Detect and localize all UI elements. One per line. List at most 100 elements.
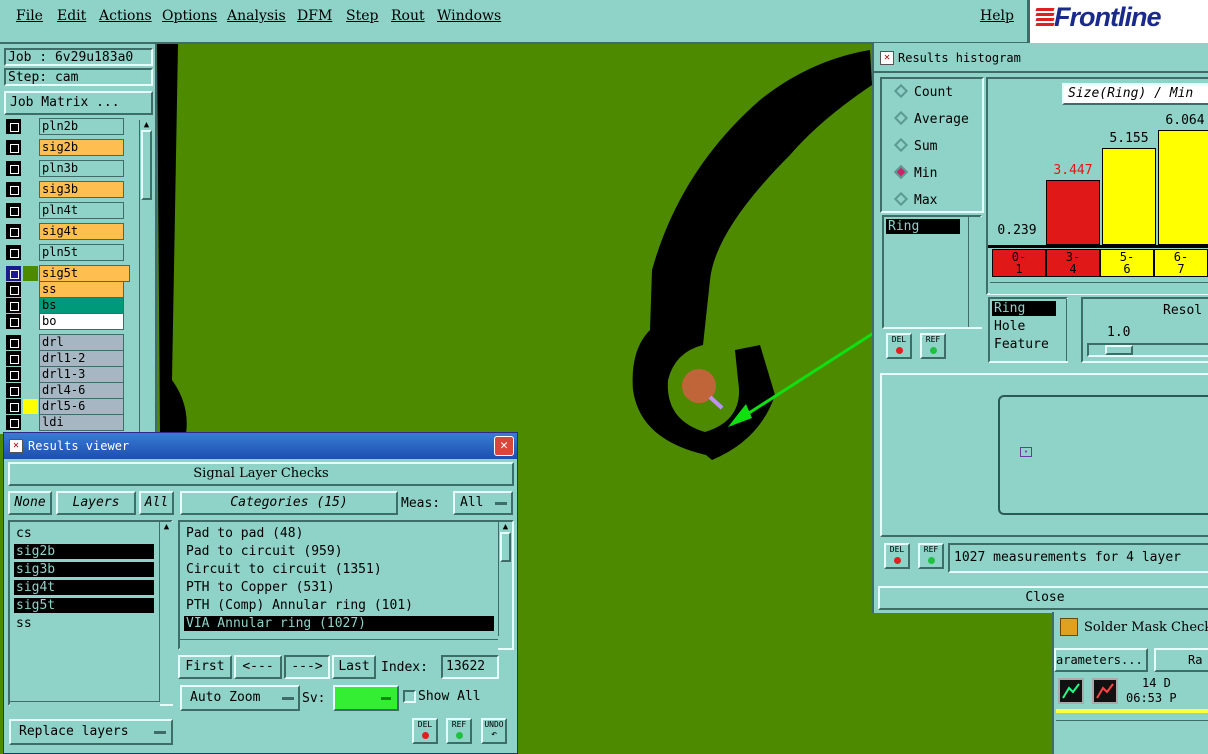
layer-row[interactable]: pln3b <box>6 160 124 177</box>
all-button[interactable]: All <box>139 491 174 515</box>
chart-hscroll[interactable] <box>990 282 1208 294</box>
layer-name[interactable]: sig5t <box>39 265 130 282</box>
category-scrollbar[interactable]: ▲ <box>498 522 512 636</box>
layer-name[interactable]: sig3b <box>39 181 124 198</box>
layer-color-swatch[interactable] <box>23 335 38 350</box>
layer-checkbox[interactable] <box>6 282 21 297</box>
range-button[interactable]: Ra <box>1154 648 1208 672</box>
layer-name[interactable]: drl5-6 <box>39 398 124 415</box>
layer-color-swatch[interactable] <box>23 161 38 176</box>
layer-checkbox[interactable] <box>6 224 21 239</box>
layer-checkbox[interactable] <box>6 266 21 281</box>
layer-row[interactable]: bo <box>6 313 124 330</box>
histogram-bin[interactable]: 5- 6 <box>1100 249 1154 277</box>
layer-row[interactable]: sig3b <box>6 181 124 198</box>
layer-checkbox[interactable] <box>6 383 21 398</box>
layer-row[interactable]: drl1-2 <box>6 350 124 367</box>
layers-button[interactable]: Layers <box>56 491 136 515</box>
layer-row[interactable]: pln5t <box>6 244 124 261</box>
prev-button[interactable]: <--- <box>234 655 282 679</box>
layer-row[interactable]: ss <box>6 281 124 298</box>
job-matrix-button[interactable]: Job Matrix ... <box>4 91 153 115</box>
ring-list[interactable]: Ring <box>882 215 982 329</box>
layer-row[interactable]: drl5-6 <box>6 398 124 415</box>
layer-checkbox[interactable] <box>6 314 21 329</box>
category-item[interactable]: Pad to circuit (959) <box>184 544 494 559</box>
layer-name[interactable]: bo <box>39 313 124 330</box>
layer-color-swatch[interactable] <box>23 140 38 155</box>
layer-name[interactable]: drl1-2 <box>39 350 124 367</box>
layer-name[interactable]: pln3b <box>39 160 124 177</box>
stop-icon[interactable] <box>1092 678 1118 704</box>
layer-color-swatch[interactable] <box>23 203 38 218</box>
layer-color-swatch[interactable] <box>23 367 38 382</box>
show-all-checkbox[interactable] <box>403 690 416 703</box>
histogram-bin[interactable]: 3- 4 <box>1046 249 1100 277</box>
undo-button[interactable]: UNDO ↶ <box>481 718 507 744</box>
category-item[interactable]: PTH (Comp) Annular ring (101) <box>184 598 494 613</box>
layer-name[interactable]: ldi <box>39 414 124 431</box>
layer-checkbox[interactable] <box>6 203 21 218</box>
layer-color-swatch[interactable] <box>23 224 38 239</box>
layer-row[interactable]: drl <box>6 334 124 351</box>
layer-checkbox[interactable] <box>6 245 21 260</box>
next-button[interactable]: ---> <box>284 655 330 679</box>
category-item[interactable]: VIA Annular ring (1027) <box>184 616 494 631</box>
menu-analysis[interactable]: Analysis <box>227 8 286 24</box>
histogram-bar[interactable] <box>1046 180 1100 245</box>
results-viewer-titlebar[interactable]: ✕ Results viewer ✕ <box>4 433 517 459</box>
menu-actions[interactable]: Actions <box>99 8 152 24</box>
layer-checkbox[interactable] <box>6 182 21 197</box>
stat-radio-sum[interactable]: Sum <box>893 137 937 154</box>
layer-color-swatch[interactable] <box>23 245 38 260</box>
layer-name[interactable]: pln4t <box>39 202 124 219</box>
menu-help[interactable]: Help <box>980 8 1014 24</box>
layer-color-swatch[interactable] <box>23 399 38 414</box>
ring-list-item[interactable]: Ring <box>886 219 960 234</box>
layer-row[interactable]: pln2b <box>6 118 124 135</box>
layer-color-swatch[interactable] <box>23 182 38 197</box>
layer-color-swatch[interactable] <box>23 383 38 398</box>
layer-row[interactable]: sig4t <box>6 223 124 240</box>
layer-checkbox[interactable] <box>6 399 21 414</box>
preview-board[interactable]: • <box>998 395 1208 515</box>
layer-checkbox[interactable] <box>6 161 21 176</box>
histogram-bar[interactable] <box>1102 148 1156 245</box>
layer-color-swatch[interactable] <box>23 415 38 430</box>
histogram-bar[interactable] <box>1158 130 1208 245</box>
layer-color-swatch[interactable] <box>23 314 38 329</box>
ref-button[interactable]: REF <box>446 718 472 744</box>
menu-step[interactable]: Step <box>346 8 378 24</box>
histogram-titlebar[interactable]: ✕ Results histogram <box>874 43 1208 73</box>
layer-checkbox[interactable] <box>6 119 21 134</box>
layer-result-item[interactable]: sig2b <box>14 544 154 559</box>
sv-color-dropdown[interactable] <box>333 685 399 711</box>
layer-name[interactable]: sig4t <box>39 223 124 240</box>
layer-results-scrollbar[interactable]: ▲ <box>159 522 173 704</box>
layer-result-item[interactable]: sig4t <box>14 580 154 595</box>
layer-name[interactable]: drl <box>39 334 124 351</box>
stat-radio-max[interactable]: Max <box>893 191 937 208</box>
auto-zoom-dropdown[interactable]: Auto Zoom <box>180 685 300 711</box>
layer-name[interactable]: bs <box>39 297 124 314</box>
replace-layers-dropdown[interactable]: Replace layers <box>9 719 173 745</box>
del-button[interactable]: DEL <box>412 718 438 744</box>
category-item[interactable]: Circuit to circuit (1351) <box>184 562 494 577</box>
layer-name[interactable]: drl4-6 <box>39 382 124 399</box>
stat-radio-min[interactable]: Min <box>893 164 937 181</box>
layer-checkbox[interactable] <box>6 140 21 155</box>
menu-edit[interactable]: Edit <box>57 8 86 24</box>
attr-list-scrollbar[interactable] <box>1066 299 1080 361</box>
layer-result-item[interactable]: sig3b <box>14 562 154 577</box>
window-menu-icon[interactable]: ✕ <box>9 439 23 453</box>
attr-list[interactable]: Ring Hole Feature <box>988 297 1068 363</box>
menu-options[interactable]: Options <box>162 8 217 24</box>
window-menu-icon[interactable]: ✕ <box>880 51 894 65</box>
ref-button[interactable]: REF <box>920 333 946 359</box>
menu-windows[interactable]: Windows <box>437 8 501 24</box>
resolution-slider[interactable] <box>1087 343 1208 357</box>
run-icon[interactable] <box>1058 678 1084 704</box>
menu-rout[interactable]: Rout <box>391 8 425 24</box>
parameters-button[interactable]: arameters... <box>1054 648 1148 672</box>
solder-mask-hscroll[interactable] <box>1056 720 1208 732</box>
